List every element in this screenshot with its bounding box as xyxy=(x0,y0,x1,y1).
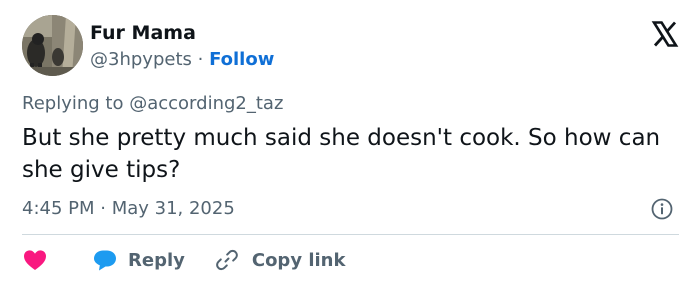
author-handle[interactable]: @3hpypets xyxy=(90,49,192,70)
copy-link-label: Copy link xyxy=(251,249,346,271)
tweet-timestamp[interactable]: 4:45 PM · May 31, 2025 xyxy=(22,197,235,221)
tweet-card: Fur Mama @3hpypets · Follow Replying to … xyxy=(0,0,700,287)
copy-link-button[interactable]: Copy link xyxy=(215,248,346,272)
like-button[interactable] xyxy=(22,248,92,272)
reply-context: Replying to @according2_taz xyxy=(22,92,283,116)
handle-separator: · xyxy=(197,49,204,70)
x-logo-icon[interactable] xyxy=(651,20,679,48)
author-handle-line: @3hpypets · Follow xyxy=(90,48,274,72)
reply-mention-link[interactable]: @according2_taz xyxy=(129,93,283,114)
tweet-text: But she pretty much said she doesn't coo… xyxy=(22,125,661,183)
link-icon xyxy=(215,249,238,271)
follow-button[interactable]: Follow xyxy=(209,49,274,70)
divider xyxy=(22,234,679,235)
info-icon[interactable] xyxy=(651,198,673,220)
reply-button[interactable]: Reply xyxy=(92,248,215,272)
avatar[interactable] xyxy=(22,15,83,76)
reply-context-prefix: Replying to xyxy=(22,93,124,114)
author-name[interactable]: Fur Mama xyxy=(90,21,196,45)
reply-label: Reply xyxy=(128,249,185,271)
heart-icon xyxy=(24,250,46,270)
avatar-photo xyxy=(22,15,83,76)
action-bar: Reply Copy link xyxy=(22,247,345,273)
speech-bubble-icon xyxy=(94,250,116,271)
